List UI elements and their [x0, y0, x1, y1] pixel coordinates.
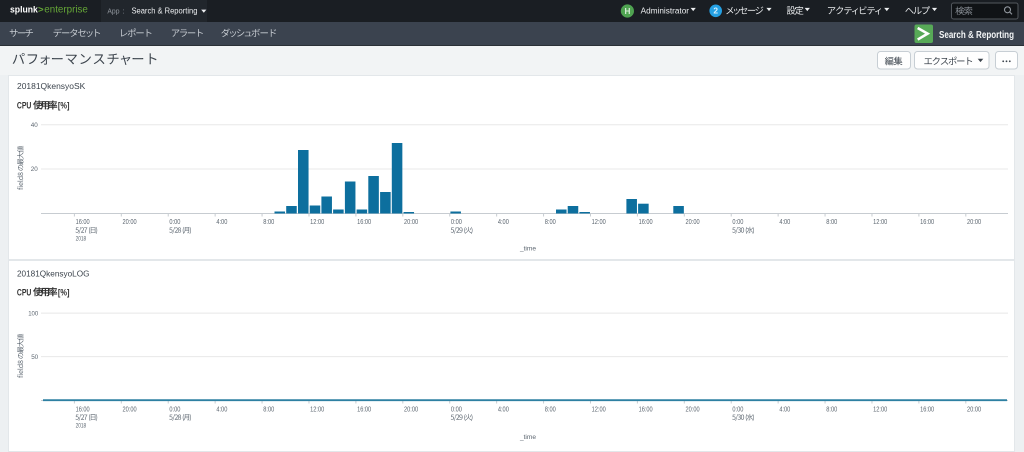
svg-text:8:00: 8:00 — [826, 405, 837, 413]
svg-text:4:00: 4:00 — [779, 405, 790, 413]
svg-text:8:00: 8:00 — [545, 218, 556, 226]
svg-text:8:00: 8:00 — [263, 218, 274, 226]
svg-text:App: App — [107, 6, 119, 15]
svg-text:20181QkensyoLOG: 20181QkensyoLOG — [17, 268, 90, 278]
svg-text:20:00: 20:00 — [967, 405, 981, 413]
svg-text:4:00: 4:00 — [779, 218, 790, 226]
svg-text:0:00: 0:00 — [169, 218, 180, 226]
svg-text:CPU: CPU — [17, 101, 32, 111]
svg-text:16:00: 16:00 — [76, 218, 90, 226]
svg-text:0:00: 0:00 — [732, 405, 743, 413]
svg-text:8:00: 8:00 — [263, 405, 274, 413]
svg-text:20:00: 20:00 — [686, 405, 700, 413]
svg-text:H: H — [624, 7, 630, 16]
svg-text:20181QkensyoSK: 20181QkensyoSK — [17, 81, 85, 91]
svg-text:20:00: 20:00 — [404, 405, 418, 413]
svg-text:16:00: 16:00 — [639, 218, 653, 226]
svg-text:12:00: 12:00 — [310, 405, 324, 413]
svg-text:4:00: 4:00 — [498, 405, 509, 413]
svg-text:[%]: [%] — [58, 101, 70, 111]
svg-text:12:00: 12:00 — [873, 218, 887, 226]
svg-text:20:00: 20:00 — [123, 218, 137, 226]
svg-text:16:00: 16:00 — [357, 218, 371, 226]
svg-text:2018: 2018 — [76, 423, 87, 430]
svg-text:0:00: 0:00 — [451, 405, 462, 413]
svg-text:8:00: 8:00 — [545, 405, 556, 413]
svg-text:20:00: 20:00 — [686, 218, 700, 226]
svg-text:20: 20 — [31, 166, 38, 173]
svg-text:enterprise: enterprise — [44, 5, 88, 16]
svg-text:12:00: 12:00 — [592, 218, 606, 226]
svg-text:4:00: 4:00 — [498, 218, 509, 226]
svg-text:Administrator: Administrator — [641, 6, 690, 15]
svg-text:8:00: 8:00 — [826, 218, 837, 226]
svg-text:40: 40 — [31, 122, 38, 129]
svg-text:4:00: 4:00 — [216, 405, 227, 413]
svg-text:2018: 2018 — [76, 236, 87, 243]
svg-text:12:00: 12:00 — [873, 405, 887, 413]
svg-text:_time: _time — [519, 434, 536, 441]
svg-text:100: 100 — [28, 310, 38, 317]
svg-text::: : — [123, 6, 125, 15]
svg-text:_time: _time — [519, 245, 536, 252]
svg-text:Search & Reporting: Search & Reporting — [939, 30, 1014, 41]
svg-text:20:00: 20:00 — [967, 218, 981, 226]
svg-text:2: 2 — [713, 6, 718, 16]
svg-text:0:00: 0:00 — [169, 405, 180, 413]
svg-text:CPU: CPU — [17, 287, 32, 297]
svg-text:splunk: splunk — [10, 5, 39, 15]
svg-text:20:00: 20:00 — [404, 218, 418, 226]
svg-text:0:00: 0:00 — [451, 218, 462, 226]
svg-text:[%]: [%] — [58, 287, 70, 297]
svg-text:16:00: 16:00 — [920, 218, 934, 226]
svg-text:50: 50 — [31, 354, 38, 361]
svg-text:20:00: 20:00 — [123, 405, 137, 413]
svg-text:12:00: 12:00 — [592, 405, 606, 413]
svg-text:Search & Reporting: Search & Reporting — [132, 6, 198, 15]
svg-text:12:00: 12:00 — [310, 218, 324, 226]
svg-text:>: > — [38, 5, 44, 16]
svg-text:16:00: 16:00 — [920, 405, 934, 413]
svg-text:16:00: 16:00 — [357, 405, 371, 413]
svg-text:16:00: 16:00 — [76, 405, 90, 413]
svg-text:16:00: 16:00 — [639, 405, 653, 413]
svg-text:0:00: 0:00 — [732, 218, 743, 226]
svg-text:4:00: 4:00 — [216, 218, 227, 226]
